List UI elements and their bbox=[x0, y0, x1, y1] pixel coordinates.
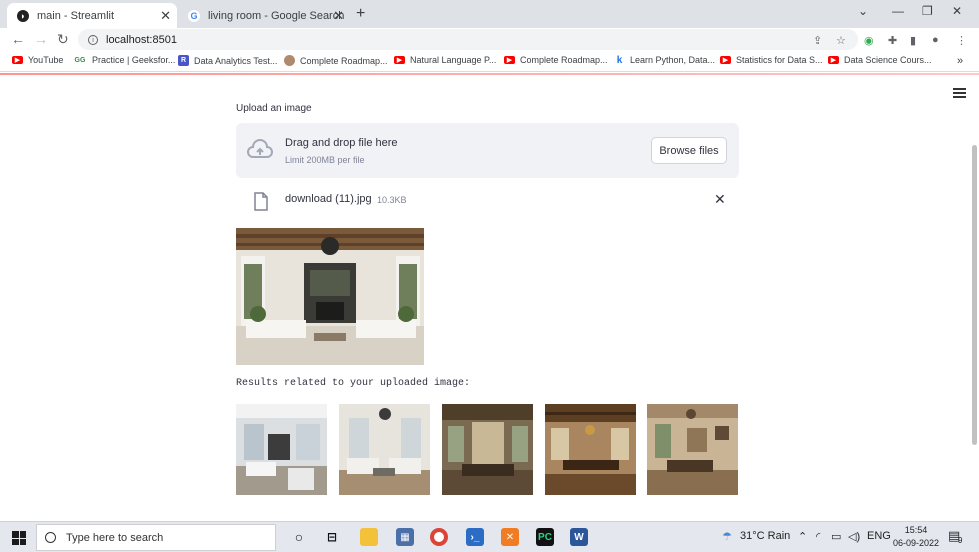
result-image[interactable] bbox=[442, 404, 533, 495]
calculator-icon[interactable]: ▦ bbox=[396, 528, 414, 546]
youtube-icon: ▶ bbox=[394, 56, 405, 64]
tab-streamlit[interactable]: ◗ main - Streamlit ✕ bbox=[7, 3, 177, 28]
bookmark-item[interactable]: R Data Analytics Test... bbox=[178, 55, 277, 66]
geeksforgeeks-icon: GG bbox=[74, 56, 86, 64]
close-tab-icon[interactable]: ✕ bbox=[333, 8, 344, 24]
network-icon[interactable]: ◜ bbox=[816, 530, 820, 543]
windows-taskbar: Type here to search ○ ⊟ ▦ ›_ ✕ PC W ☂ 31… bbox=[0, 521, 979, 552]
extension-check-icon[interactable]: ◉ bbox=[864, 34, 874, 47]
bookmark-item[interactable]: ▶ YouTube bbox=[12, 55, 63, 65]
extensions-icon[interactable]: ✚ bbox=[888, 34, 897, 47]
cloud-upload-icon bbox=[247, 139, 273, 158]
google-favicon-icon: G bbox=[188, 9, 200, 22]
file-dropzone[interactable]: Drag and drop file here Limit 200MB per … bbox=[236, 123, 739, 178]
cortana-icon[interactable]: ○ bbox=[290, 528, 308, 546]
avatar-icon bbox=[284, 55, 295, 66]
k-icon: k bbox=[616, 54, 623, 66]
file-icon bbox=[254, 192, 268, 211]
weather-icon[interactable]: ☂ bbox=[722, 530, 732, 543]
scrollbar-thumb[interactable] bbox=[972, 145, 977, 445]
xampp-icon[interactable]: ✕ bbox=[501, 528, 519, 546]
taskbar-search-placeholder: Type here to search bbox=[66, 531, 164, 544]
uploader-label: Upload an image bbox=[236, 103, 312, 114]
youtube-icon: ▶ bbox=[828, 56, 839, 64]
taskbar-search[interactable]: Type here to search bbox=[36, 524, 276, 551]
bookmark-item[interactable]: ▶ Data Science Cours... bbox=[828, 55, 932, 65]
show-hidden-icons-icon[interactable]: ⌃ bbox=[798, 530, 807, 543]
result-image[interactable] bbox=[647, 404, 738, 495]
result-image[interactable] bbox=[339, 404, 430, 495]
hamburger-menu-icon[interactable] bbox=[953, 88, 966, 100]
r-icon: R bbox=[178, 55, 189, 66]
bookmark-item[interactable]: ▶ Statistics for Data S... bbox=[720, 55, 823, 65]
uploaded-file-name: download (11).jpg bbox=[285, 193, 372, 205]
forward-icon[interactable]: → bbox=[34, 31, 48, 47]
bookmarks-bar: ▶ YouTube GG Practice | Geeksfor... R Data … bbox=[0, 52, 979, 72]
tab-search-icon[interactable]: ⌄ bbox=[858, 4, 868, 18]
clock-time: 15:54 bbox=[904, 525, 928, 535]
result-image[interactable] bbox=[236, 404, 327, 495]
close-tab-icon[interactable]: ✕ bbox=[160, 8, 171, 24]
uploaded-file-size: 10.3KB bbox=[377, 195, 407, 205]
url-text: localhost:8501 bbox=[106, 33, 177, 46]
youtube-icon: ▶ bbox=[12, 56, 23, 64]
bookmark-item[interactable]: GG Practice | Geeksfor... bbox=[73, 55, 176, 65]
youtube-icon: ▶ bbox=[720, 56, 731, 64]
tab-strip: ◗ main - Streamlit ✕ G living room - Goo… bbox=[0, 0, 979, 28]
chrome-icon[interactable] bbox=[430, 528, 448, 546]
site-info-icon[interactable]: i bbox=[88, 34, 98, 45]
dropzone-title: Drag and drop file here bbox=[285, 137, 398, 149]
clock-date: 06-09-2022 bbox=[893, 538, 940, 548]
windows-start-icon[interactable] bbox=[12, 531, 26, 545]
profile-icon[interactable]: ● bbox=[932, 34, 939, 46]
dropzone-limit: Limit 200MB per file bbox=[285, 155, 365, 165]
weather-text[interactable]: 31°C Rain bbox=[740, 530, 790, 542]
search-icon bbox=[45, 532, 56, 543]
uploaded-image bbox=[236, 228, 424, 365]
close-window-icon[interactable]: ✕ bbox=[952, 4, 962, 18]
tab-title: main - Streamlit bbox=[37, 9, 115, 22]
powershell-icon[interactable]: ›_ bbox=[466, 528, 484, 546]
bookmark-item[interactable]: ▶ Natural Language P... bbox=[394, 55, 496, 65]
menu-icon[interactable]: ⋮ bbox=[956, 34, 967, 47]
results-heading: Results related to your uploaded image: bbox=[236, 378, 471, 389]
new-tab-icon[interactable]: + bbox=[356, 5, 365, 23]
result-image[interactable] bbox=[545, 404, 636, 495]
task-view-icon[interactable]: ⊟ bbox=[323, 528, 341, 546]
bookmark-star-icon[interactable]: ☆ bbox=[836, 34, 846, 47]
volume-icon[interactable]: ◁) bbox=[848, 530, 860, 543]
word-icon[interactable]: W bbox=[570, 528, 588, 546]
restore-icon[interactable]: ❐ bbox=[922, 4, 933, 18]
tab-title: living room - Google Search bbox=[208, 9, 345, 22]
side-panel-icon[interactable]: ▮ bbox=[910, 34, 916, 47]
battery-icon[interactable]: ▭ bbox=[831, 530, 841, 543]
app-content: Upload an image Drag and drop file here … bbox=[0, 75, 979, 521]
youtube-icon: ▶ bbox=[504, 56, 515, 64]
back-icon[interactable]: ← bbox=[11, 31, 25, 47]
browse-files-button[interactable]: Browse files bbox=[651, 137, 727, 164]
reload-icon[interactable]: ↻ bbox=[57, 31, 69, 48]
browser-toolbar: ← → ↻ i localhost:8501 ⇪ ☆ ◉ ✚ ▮ ● ⋮ bbox=[0, 28, 979, 52]
share-icon[interactable]: ⇪ bbox=[813, 34, 822, 47]
remove-file-icon[interactable]: ✕ bbox=[714, 191, 726, 208]
address-bar[interactable]: i localhost:8501 bbox=[78, 29, 858, 50]
pycharm-icon[interactable]: PC bbox=[536, 528, 554, 546]
file-explorer-icon[interactable] bbox=[360, 528, 378, 546]
minimize-icon[interactable]: — bbox=[892, 4, 904, 18]
bookmark-item[interactable]: k Learn Python, Data... bbox=[614, 54, 715, 66]
system-clock[interactable]: 15:54 06-09-2022 bbox=[893, 524, 939, 550]
bookmark-item[interactable]: Complete Roadmap... bbox=[284, 55, 388, 66]
language-indicator[interactable]: ENG bbox=[867, 530, 891, 542]
notification-count: 9 bbox=[958, 536, 963, 545]
tab-google-search[interactable]: G living room - Google Search ✕ bbox=[180, 3, 350, 28]
streamlit-favicon-icon: ◗ bbox=[17, 9, 29, 22]
bookmark-item[interactable]: ▶ Complete Roadmap... bbox=[504, 55, 608, 65]
more-bookmarks-icon[interactable]: » bbox=[957, 55, 963, 67]
